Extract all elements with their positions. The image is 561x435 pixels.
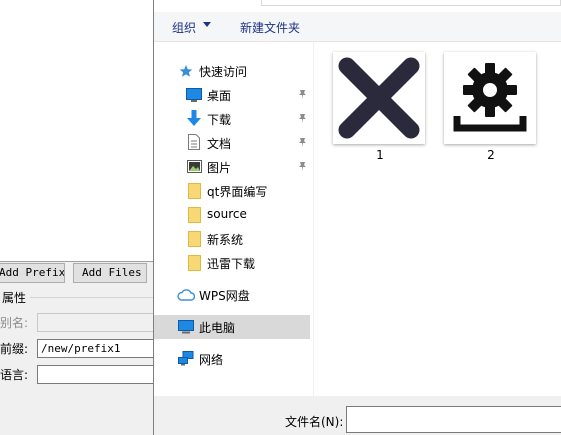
language-label: 语言: xyxy=(0,368,29,382)
nav-item-downloads[interactable]: 下载 xyxy=(154,107,310,131)
nav-item-wps-drive[interactable]: WPS网盘 xyxy=(154,283,310,307)
nav-label: 下载 xyxy=(207,113,232,127)
organize-button[interactable]: 组织 xyxy=(172,19,196,36)
network-icon xyxy=(178,351,194,366)
prefix-input[interactable]: /new/prefix1 xyxy=(37,339,157,358)
folder-icon xyxy=(188,207,201,223)
nav-item-folder[interactable]: 迅雷下载 xyxy=(154,251,310,275)
language-input[interactable] xyxy=(37,365,157,384)
file-name-label[interactable]: 1 xyxy=(365,148,395,162)
nav-label: 文档 xyxy=(207,137,232,151)
add-prefix-button[interactable]: Add Prefix xyxy=(0,263,65,283)
pin-icon[interactable] xyxy=(297,161,308,172)
nav-label: WPS网盘 xyxy=(199,289,250,303)
folder-icon xyxy=(188,255,201,271)
nav-label: qt界面编写 xyxy=(207,185,268,199)
desktop-icon xyxy=(186,88,202,102)
pin-icon[interactable] xyxy=(297,137,308,148)
group-divider xyxy=(30,297,154,298)
gear-install-icon xyxy=(453,63,527,132)
folder-icon xyxy=(188,231,201,247)
picture-icon xyxy=(187,160,202,173)
nav-label: 迅雷下载 xyxy=(207,257,256,271)
alias-input[interactable] xyxy=(37,313,157,332)
pane-divider[interactable] xyxy=(313,42,314,396)
dialog-toolbar xyxy=(154,12,561,42)
prefix-label: 前缀: xyxy=(0,342,29,356)
nav-item-folder[interactable]: qt界面编写 xyxy=(154,179,310,203)
folder-icon xyxy=(188,183,201,199)
filename-input[interactable] xyxy=(346,406,561,433)
add-files-button[interactable]: Add Files xyxy=(73,263,147,283)
resource-tree-view[interactable] xyxy=(0,0,153,262)
nav-item-quick-access[interactable]: 快速访问 xyxy=(154,59,310,83)
pin-icon[interactable] xyxy=(297,113,308,124)
download-arrow-icon xyxy=(187,110,201,126)
file-name-label[interactable]: 2 xyxy=(476,148,506,162)
nav-item-folder[interactable]: source xyxy=(154,203,310,227)
nav-item-pictures[interactable]: 图片 xyxy=(154,155,310,179)
nav-label: 此电脑 xyxy=(199,321,236,335)
alias-label: 别名: xyxy=(0,316,29,330)
file-thumbnail[interactable] xyxy=(333,52,425,144)
nav-label: source xyxy=(207,207,247,221)
file-thumbnail[interactable] xyxy=(444,52,536,144)
nav-item-this-pc[interactable]: 此电脑 xyxy=(154,315,310,339)
pin-icon[interactable] xyxy=(297,89,308,100)
computer-icon xyxy=(178,320,194,334)
new-folder-button[interactable]: 新建文件夹 xyxy=(240,19,300,36)
nav-label: 新系统 xyxy=(207,233,244,247)
nav-item-desktop[interactable]: 桌面 xyxy=(154,83,310,107)
star-icon xyxy=(179,65,193,77)
document-icon xyxy=(188,134,200,150)
cloud-icon xyxy=(177,289,195,301)
filename-label: 文件名(N): xyxy=(285,415,344,429)
nav-item-folder[interactable]: 新系统 xyxy=(154,227,310,251)
nav-label: 图片 xyxy=(207,161,232,175)
properties-group-title: 属性 xyxy=(2,291,27,305)
nav-label: 网络 xyxy=(199,353,224,367)
nav-item-network[interactable]: 网络 xyxy=(154,347,310,371)
address-bar[interactable] xyxy=(261,0,561,6)
divider xyxy=(0,261,153,262)
nav-label: 快速访问 xyxy=(199,65,248,79)
nav-label: 桌面 xyxy=(207,89,232,103)
chevron-down-icon[interactable] xyxy=(203,22,211,27)
close-x-icon xyxy=(338,57,420,139)
nav-item-documents[interactable]: 文档 xyxy=(154,131,310,155)
